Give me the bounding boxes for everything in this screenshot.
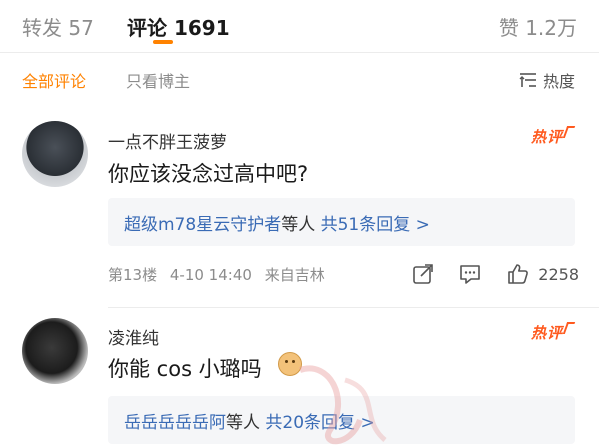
comment-divider xyxy=(108,307,599,308)
comment-icon xyxy=(460,265,481,284)
hot-comment-badge: 热评 xyxy=(530,322,576,343)
comment-username[interactable]: 凌淮纯 xyxy=(108,324,159,349)
hot-flare-icon xyxy=(562,322,576,334)
share-button[interactable] xyxy=(412,263,434,285)
sort-label: 热度 xyxy=(542,72,575,91)
tab-likes[interactable]: 赞 1.2万 xyxy=(499,12,577,41)
reply-suffix: 等人 xyxy=(281,215,316,235)
reply-suffix: 等人 xyxy=(226,413,260,433)
filter-author-only[interactable]: 只看博主 xyxy=(126,68,190,92)
comment-text: 你应该没念过高中吧? xyxy=(108,162,309,186)
comment-button[interactable] xyxy=(458,263,482,285)
comment-actions: 2258 xyxy=(388,262,579,286)
active-tab-indicator xyxy=(153,40,173,44)
sort-icon xyxy=(519,73,536,87)
tab-divider xyxy=(0,52,599,53)
reply-names[interactable]: 岳岳岳岳岳阿 xyxy=(124,413,226,433)
reply-preview-box[interactable]: 岳岳岳岳岳阿等人 共20条回复 > xyxy=(108,396,575,444)
comment-username[interactable]: 一点不胖王菠萝 xyxy=(108,128,227,153)
tab-repost[interactable]: 转发 57 xyxy=(22,12,94,41)
comment-floor: 第13楼 xyxy=(108,266,158,284)
reply-count[interactable]: 共20条回复 > xyxy=(265,413,374,433)
comment-meta: 第13楼 4-10 14:40 来自吉林 xyxy=(108,264,333,285)
doge-emoji-icon xyxy=(278,352,302,376)
avatar[interactable] xyxy=(22,318,88,384)
comment-text: 你能 cos 小璐吗 xyxy=(108,357,262,381)
filter-all-comments[interactable]: 全部评论 xyxy=(22,68,86,92)
comment-filter-bar: 全部评论 只看博主 热度 xyxy=(0,64,599,94)
sort-button[interactable]: 热度 xyxy=(519,68,575,92)
avatar[interactable] xyxy=(22,121,88,187)
like-icon xyxy=(508,264,529,284)
tab-comments[interactable]: 评论 1691 xyxy=(127,12,230,41)
tab-comments-label: 评论 xyxy=(127,16,167,40)
hot-comment-badge-label: 热评 xyxy=(530,128,563,146)
tab-bar: 转发 57 评论 1691 赞 1.2万 xyxy=(0,0,599,52)
reply-names[interactable]: 超级m78星云守护者 xyxy=(124,215,281,235)
tab-repost-count: 57 xyxy=(68,16,94,40)
share-icon xyxy=(413,264,434,284)
tab-likes-label: 赞 xyxy=(498,16,519,40)
hot-flare-icon xyxy=(562,126,576,138)
hot-comment-badge: 热评 xyxy=(530,126,576,147)
tab-comments-count: 1691 xyxy=(173,16,230,40)
comment-location: 来自吉林 xyxy=(264,266,325,284)
comment-time: 4-10 14:40 xyxy=(169,266,252,284)
hot-comment-badge-label: 热评 xyxy=(530,324,563,342)
likes-count: 2258 xyxy=(538,264,579,284)
reply-count[interactable]: 共51条回复 > xyxy=(321,215,430,235)
like-button[interactable]: 2258 xyxy=(506,262,579,286)
tab-likes-count: 1.2万 xyxy=(525,16,577,40)
tab-repost-label: 转发 xyxy=(22,16,62,40)
reply-preview-box[interactable]: 超级m78星云守护者等人 共51条回复 > xyxy=(108,198,575,246)
